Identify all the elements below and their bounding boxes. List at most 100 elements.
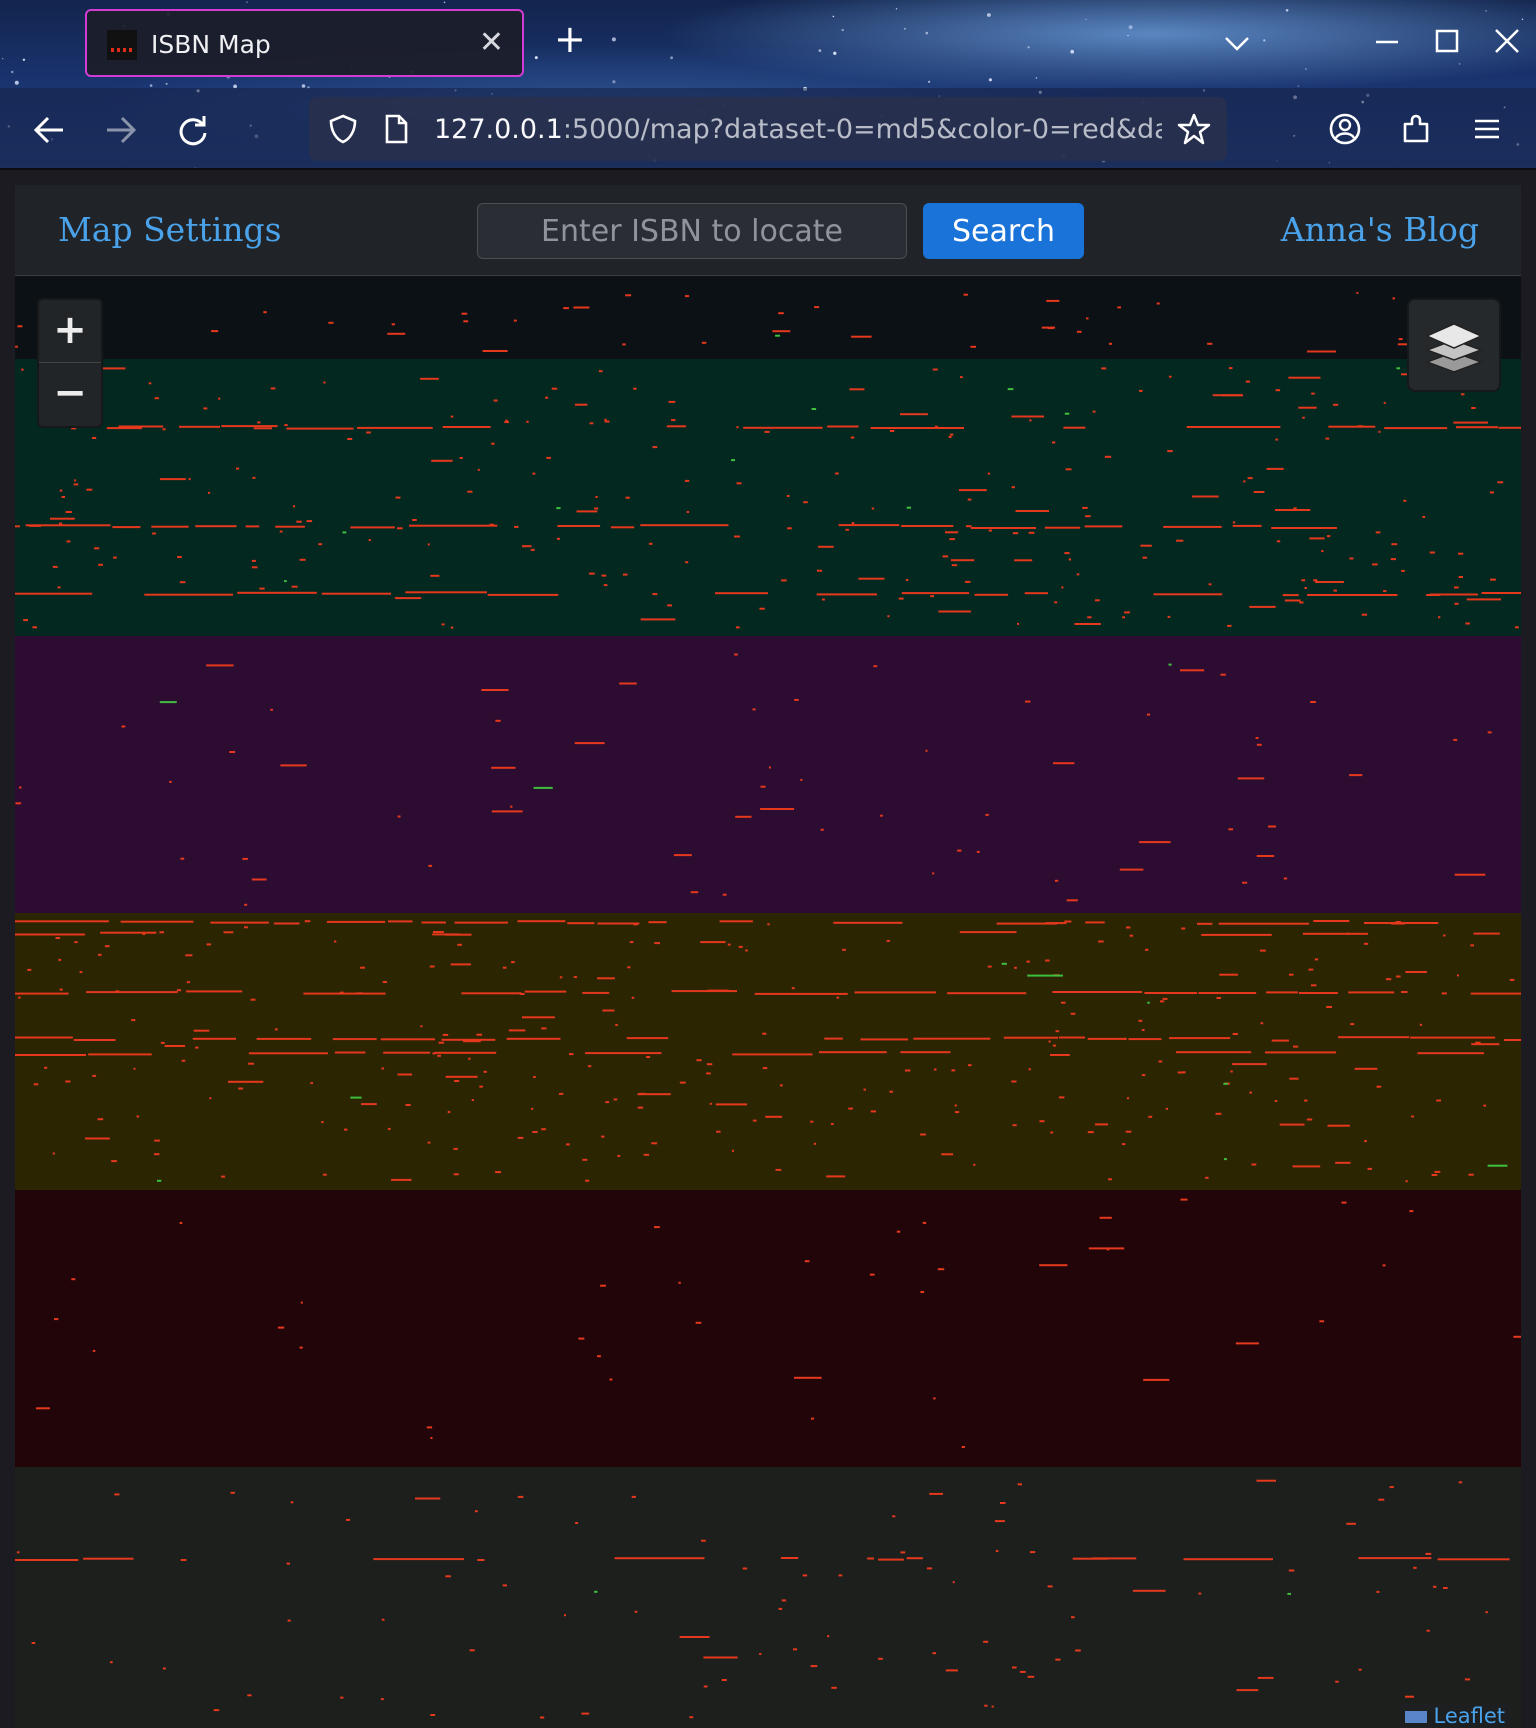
- isbn-point: [193, 1029, 210, 1032]
- isbn-point: [502, 1584, 507, 1587]
- puzzle-icon[interactable]: [1400, 112, 1434, 146]
- tab-title: ISBN Map: [151, 30, 271, 59]
- isbn-point: [491, 442, 495, 445]
- account-icon[interactable]: [1328, 112, 1362, 146]
- isbn-point: [1389, 1486, 1394, 1489]
- close-icon[interactable]: [1492, 26, 1522, 56]
- isbn-point: [441, 623, 445, 626]
- isbn-line-segment: [860, 1038, 909, 1041]
- isbn-point: [575, 1522, 579, 1524]
- isbn-point: [551, 387, 558, 390]
- isbn-point: [1167, 615, 1171, 618]
- isbn-line-segment: [816, 593, 877, 596]
- maximize-icon[interactable]: [1432, 26, 1462, 56]
- isbn-point: [960, 376, 963, 379]
- plus-icon[interactable]: +: [554, 20, 586, 58]
- zoom-out-button[interactable]: −: [39, 363, 101, 425]
- search-button[interactable]: Search: [923, 203, 1084, 259]
- isbn-point: [871, 507, 875, 510]
- isbn-point: [949, 538, 956, 541]
- page-icon[interactable]: [381, 113, 411, 145]
- isbn-point: [896, 1230, 901, 1233]
- isbn-point: [1054, 879, 1059, 882]
- hamburger-menu-icon[interactable]: [1470, 112, 1504, 146]
- layers-control[interactable]: [1407, 298, 1501, 392]
- isbn-point: [1266, 467, 1284, 470]
- annas-blog-link[interactable]: Anna's Blog: [1281, 210, 1479, 249]
- isbn-line-segment: [1087, 1037, 1127, 1040]
- arrow-right-icon[interactable]: [104, 113, 138, 147]
- isbn-point: [1466, 598, 1501, 601]
- isbn-point: [1108, 342, 1112, 345]
- address-bar[interactable]: 127.0.0.1:5000/map?dataset-0=md5&color-0…: [309, 97, 1227, 161]
- isbn-point: [734, 653, 738, 656]
- isbn-point: [932, 872, 935, 875]
- isbn-point: [1247, 477, 1253, 480]
- isbn-line-segment: [15, 933, 85, 936]
- isbn-line-segment: [180, 1559, 187, 1561]
- isbn-point: [1431, 1174, 1438, 1176]
- isbn-line-segment: [275, 525, 305, 528]
- shield-icon[interactable]: [327, 113, 359, 145]
- isbn-point: [760, 785, 766, 788]
- isbn-point: [648, 542, 653, 545]
- map-settings-link[interactable]: Map Settings: [58, 210, 282, 249]
- isbn-point: [1315, 581, 1344, 583]
- isbn-point: [731, 459, 735, 462]
- chevron-down-icon[interactable]: [1222, 28, 1252, 58]
- isbn-line-segment: [838, 524, 900, 527]
- isbn-point: [1515, 626, 1519, 629]
- isbn-point: [16, 1551, 20, 1554]
- isbn-line-segment: [15, 1054, 86, 1056]
- isbn-point: [1216, 997, 1221, 999]
- star: [670, 56, 673, 60]
- isbn-line-segment: [15, 920, 109, 923]
- isbn-point: [582, 1158, 588, 1161]
- isbn-point: [1292, 1165, 1321, 1168]
- isbn-map[interactable]: + − Leaflet: [15, 276, 1521, 1728]
- zoom-in-button[interactable]: +: [39, 300, 101, 363]
- browser-tab[interactable]: ISBN Map ✕: [85, 9, 524, 77]
- isbn-point: [1405, 1695, 1414, 1698]
- isbn-point: [1461, 393, 1465, 396]
- isbn-point: [427, 543, 430, 546]
- isbn-point: [380, 1698, 384, 1701]
- isbn-point: [1332, 403, 1339, 406]
- isbn-point: [517, 1136, 524, 1139]
- isbn-point: [863, 1088, 866, 1091]
- isbn-line-segment: [901, 525, 954, 527]
- isbn-point: [213, 1709, 220, 1712]
- isbn-line-segment: [1186, 426, 1281, 428]
- isbn-line-segment: [719, 920, 753, 923]
- close-icon[interactable]: ✕: [479, 25, 504, 60]
- isbn-point: [627, 966, 631, 969]
- isbn-point: [1180, 1198, 1188, 1201]
- isbn-line-segment: [870, 427, 964, 429]
- url-text[interactable]: 127.0.0.1:5000/map?dataset-0=md5&color-0…: [434, 114, 1162, 145]
- isbn-point: [270, 387, 276, 390]
- attribution-link[interactable]: Leaflet: [1433, 1704, 1505, 1728]
- isbn-point: [781, 579, 787, 582]
- isbn-point: [1293, 1045, 1299, 1048]
- isbn-point: [1268, 825, 1276, 828]
- isbn-line-segment: [245, 525, 260, 528]
- isbn-line-segment: [648, 921, 667, 924]
- minimize-icon[interactable]: [1372, 26, 1402, 56]
- isbn-point: [1383, 590, 1387, 593]
- isbn-point: [1409, 1210, 1414, 1213]
- isbn-point: [633, 387, 637, 390]
- isbn-point: [1045, 959, 1050, 962]
- arrow-left-icon[interactable]: [32, 113, 66, 147]
- isbn-point: [1177, 1071, 1184, 1074]
- isbn-point: [1429, 551, 1435, 554]
- isbn-search-input[interactable]: [477, 203, 907, 259]
- star-icon[interactable]: [1177, 112, 1211, 146]
- isbn-point: [104, 945, 110, 948]
- isbn-point: [511, 961, 515, 964]
- isbn-point: [904, 1069, 911, 1072]
- isbn-point: [296, 520, 302, 523]
- isbn-point: [381, 1067, 385, 1070]
- reload-icon[interactable]: [176, 113, 210, 147]
- isbn-point: [781, 1599, 787, 1602]
- isbn-point: [898, 597, 904, 600]
